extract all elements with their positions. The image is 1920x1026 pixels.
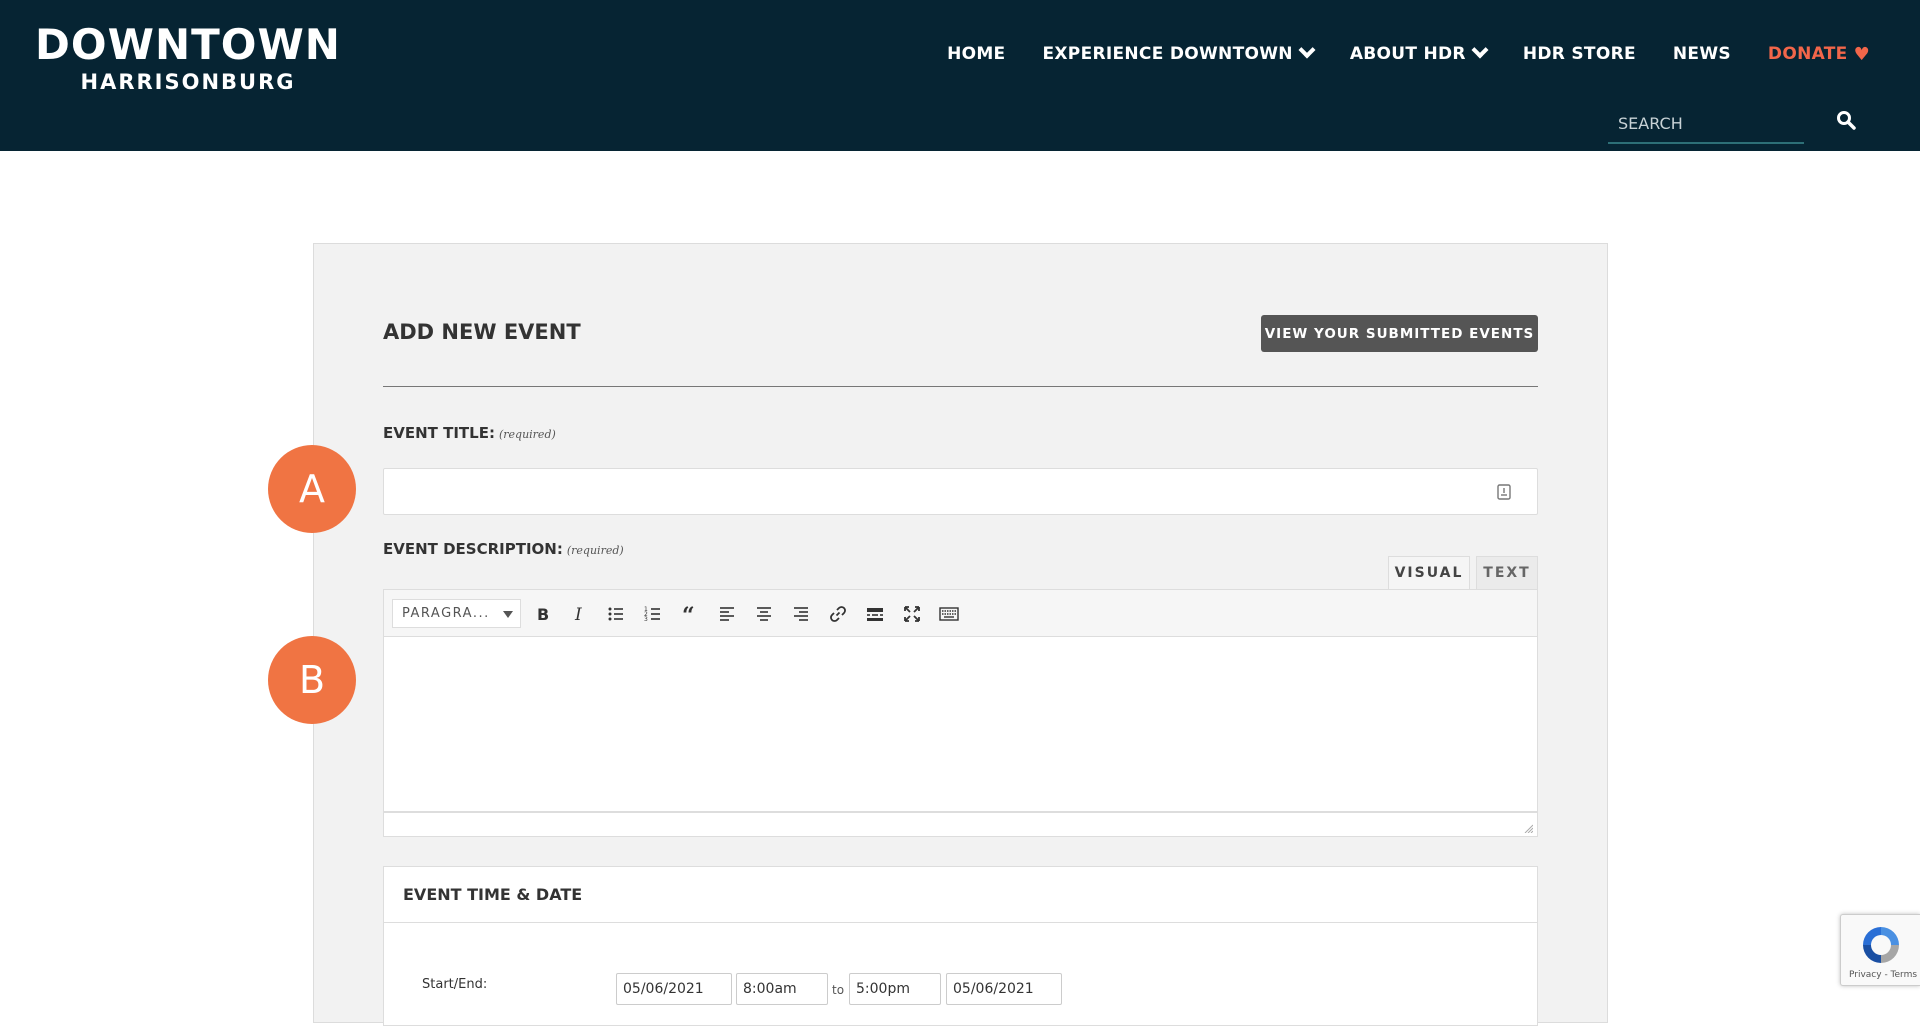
to-label: to bbox=[832, 983, 845, 997]
bold-icon: B bbox=[537, 605, 549, 624]
start-end-label: Start/End: bbox=[422, 977, 488, 992]
align-center-icon bbox=[757, 607, 771, 621]
fullscreen-button[interactable] bbox=[899, 601, 925, 627]
time-date-header: EVENT TIME & DATE bbox=[384, 867, 1537, 923]
recaptcha-icon bbox=[1863, 927, 1899, 963]
tab-text[interactable]: TEXT bbox=[1476, 556, 1538, 589]
required-note: (required) bbox=[566, 544, 624, 557]
start-time-input[interactable] bbox=[736, 973, 828, 1005]
nav-home[interactable]: HOME bbox=[947, 44, 1005, 64]
svg-text:“: “ bbox=[682, 604, 695, 624]
nav-experience-label: EXPERIENCE DOWNTOWN bbox=[1042, 44, 1293, 64]
chevron-down-icon bbox=[1471, 41, 1489, 59]
svg-text:B: B bbox=[537, 605, 549, 624]
blockquote-button[interactable]: “ bbox=[677, 601, 703, 627]
event-description-label: EVENT DESCRIPTION: (required) bbox=[383, 540, 624, 558]
event-description-label-text: EVENT DESCRIPTION: bbox=[383, 540, 563, 558]
event-title-input[interactable] bbox=[383, 468, 1538, 515]
form-title: ADD NEW EVENT bbox=[383, 320, 581, 344]
align-right-icon bbox=[794, 607, 808, 621]
link-icon bbox=[830, 606, 846, 622]
italic-icon: I bbox=[574, 605, 582, 624]
main-nav: HOME EXPERIENCE DOWNTOWN ABOUT HDR HDR S… bbox=[910, 41, 1870, 66]
event-title-label-text: EVENT TITLE: bbox=[383, 424, 495, 442]
nav-experience-downtown[interactable]: EXPERIENCE DOWNTOWN bbox=[1042, 41, 1316, 64]
nav-about-label: ABOUT HDR bbox=[1349, 44, 1466, 64]
recaptcha-badge[interactable]: Privacy - Terms bbox=[1840, 914, 1920, 986]
align-left-button[interactable] bbox=[714, 601, 740, 627]
end-time-input[interactable] bbox=[849, 973, 941, 1005]
site-header: DOWNTOWN HARRISONBURG HOME EXPERIENCE DO… bbox=[0, 0, 1920, 151]
read-more-icon bbox=[867, 608, 883, 621]
callout-b: B bbox=[268, 636, 356, 724]
chevron-down-icon bbox=[1298, 41, 1316, 59]
editor-statusbar bbox=[383, 812, 1538, 837]
required-note: (required) bbox=[498, 428, 556, 441]
format-select-value: PARAGRA... bbox=[402, 606, 490, 621]
start-date-input[interactable] bbox=[616, 973, 732, 1005]
numbered-list-icon: 1 2 3 bbox=[644, 606, 660, 623]
align-center-button[interactable] bbox=[751, 601, 777, 627]
toolbar-toggle-button[interactable] bbox=[936, 601, 962, 627]
search-icon[interactable] bbox=[1836, 110, 1856, 130]
dropdown-arrow-icon bbox=[503, 611, 513, 618]
fullscreen-icon bbox=[904, 606, 920, 622]
italic-button[interactable]: I bbox=[566, 601, 592, 627]
callout-a: A bbox=[268, 445, 356, 533]
bullet-list-icon bbox=[608, 607, 623, 621]
logo-main-text: DOWNTOWN bbox=[35, 20, 341, 69]
resize-grip-icon[interactable] bbox=[1523, 823, 1533, 833]
heart-icon: ♥ bbox=[1853, 43, 1870, 65]
align-left-icon bbox=[720, 607, 734, 621]
svg-text:I: I bbox=[574, 605, 582, 624]
link-button[interactable] bbox=[825, 601, 851, 627]
event-time-date-section: EVENT TIME & DATE Start/End: to bbox=[383, 866, 1538, 1026]
nav-about-hdr[interactable]: ABOUT HDR bbox=[1349, 41, 1489, 64]
recaptcha-links[interactable]: Privacy - Terms bbox=[1849, 970, 1917, 980]
site-logo[interactable]: DOWNTOWN HARRISONBURG bbox=[32, 22, 344, 96]
end-date-input[interactable] bbox=[946, 973, 1062, 1005]
keyboard-icon bbox=[939, 607, 959, 621]
format-select[interactable]: PARAGRA... bbox=[392, 599, 521, 628]
blockquote-icon: “ bbox=[682, 604, 695, 624]
bullet-list-button[interactable] bbox=[603, 601, 629, 627]
nav-news[interactable]: NEWS bbox=[1673, 44, 1731, 64]
title-divider bbox=[383, 386, 1538, 387]
logo-sub-text: HARRISONBURG bbox=[80, 70, 296, 94]
bold-button[interactable]: B bbox=[529, 601, 555, 627]
nav-donate[interactable]: DONATE ♥ bbox=[1768, 44, 1870, 65]
event-description-editor[interactable] bbox=[383, 637, 1538, 812]
editor-toolbar: PARAGRA... B I 1 2 3 “ bbox=[383, 589, 1538, 637]
svg-text:3: 3 bbox=[644, 616, 648, 623]
time-date-title: EVENT TIME & DATE bbox=[403, 885, 583, 904]
nav-hdr-store[interactable]: HDR STORE bbox=[1523, 44, 1636, 64]
search-field bbox=[1608, 104, 1804, 144]
search-input[interactable] bbox=[1608, 104, 1804, 142]
autofill-icon[interactable] bbox=[1497, 484, 1511, 500]
nav-donate-label: DONATE bbox=[1767, 44, 1848, 64]
read-more-button[interactable] bbox=[862, 601, 888, 627]
numbered-list-button[interactable]: 1 2 3 bbox=[640, 601, 666, 627]
tab-visual[interactable]: VISUAL bbox=[1388, 556, 1470, 589]
event-title-label: EVENT TITLE: (required) bbox=[383, 424, 556, 442]
view-submitted-events-button[interactable]: VIEW YOUR SUBMITTED EVENTS bbox=[1261, 315, 1538, 352]
align-right-button[interactable] bbox=[788, 601, 814, 627]
